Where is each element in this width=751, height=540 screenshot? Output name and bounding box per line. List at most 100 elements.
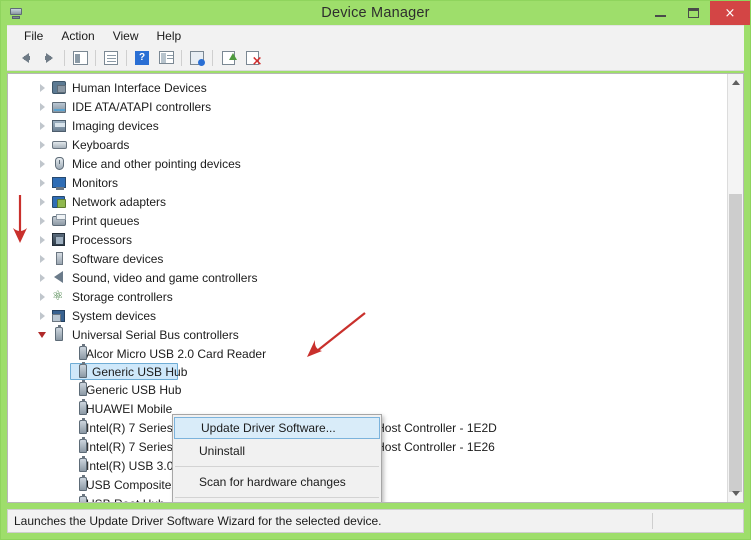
help-button[interactable]: ? <box>130 47 154 69</box>
scan-for-hardware-changes-icon <box>190 50 205 66</box>
mouse-icon <box>52 156 68 171</box>
properties-button[interactable] <box>99 47 123 69</box>
tree-item-label: Alcor Micro USB 2.0 Card Reader <box>86 346 267 361</box>
usb-device-icon <box>76 380 89 397</box>
chevron-right-icon[interactable] <box>40 292 45 301</box>
usb-device-icon <box>76 418 89 435</box>
chevron-right-icon[interactable] <box>40 197 45 206</box>
menu-item-help[interactable]: Help <box>148 26 191 46</box>
context-menu-item-properties[interactable]: Properties <box>173 501 381 502</box>
chevron-right-icon[interactable] <box>40 102 45 111</box>
scroll-up-button[interactable] <box>728 74 743 91</box>
device-tree[interactable]: Human Interface Devices IDE ATA/ATAPI co… <box>8 74 727 502</box>
toolbar-separator <box>126 49 127 66</box>
tree-node-software-devices[interactable]: Software devices <box>8 249 727 268</box>
tree-node-human-interface-devices[interactable]: Human Interface Devices <box>8 78 727 97</box>
context-menu[interactable]: Update Driver Software... Uninstall Scan… <box>172 414 382 502</box>
show-hide-console-tree-button[interactable] <box>68 47 92 69</box>
uninstall-device-button[interactable] <box>240 47 264 69</box>
usb-device-icon <box>76 362 92 379</box>
chevron-right-icon[interactable] <box>40 121 45 130</box>
vertical-scrollbar[interactable] <box>727 74 743 502</box>
tree-node-mice-and-other-pointing-devices[interactable]: Mice and other pointing devices <box>8 154 727 173</box>
chevron-right-icon[interactable] <box>40 178 45 187</box>
toolbar-separator <box>181 49 182 66</box>
window-controls: × <box>644 1 750 25</box>
tree-node-label: Universal Serial Bus controllers <box>72 327 239 342</box>
tree-node-processors[interactable]: Processors <box>8 230 727 249</box>
usb-device-icon <box>76 399 89 416</box>
context-menu-item-update-driver-software[interactable]: Update Driver Software... <box>174 417 380 439</box>
context-menu-separator <box>175 466 379 467</box>
storage-controller-icon: ⚛ <box>52 289 64 304</box>
tree-node-imaging-devices[interactable]: Imaging devices <box>8 116 727 135</box>
forward-icon <box>44 52 53 63</box>
usb-controller-icon <box>52 325 68 342</box>
context-menu-separator <box>175 497 379 498</box>
tree-node-label: Human Interface Devices <box>72 80 207 95</box>
usb-device-icon <box>76 494 89 502</box>
chevron-right-icon[interactable] <box>40 273 45 282</box>
tree-node-system-devices[interactable]: System devices <box>8 306 727 325</box>
menu-item-action[interactable]: Action <box>52 26 103 46</box>
maximize-button[interactable] <box>677 1 710 25</box>
tree-node-label: Network adapters <box>72 194 167 209</box>
chevron-right-icon[interactable] <box>40 311 45 320</box>
view-details-button[interactable] <box>154 47 178 69</box>
update-driver-button[interactable] <box>216 47 240 69</box>
tree-node-monitors[interactable]: Monitors <box>8 173 727 192</box>
properties-icon <box>104 50 118 65</box>
chevron-right-icon[interactable] <box>40 254 45 263</box>
toolbar-separator <box>64 49 65 66</box>
device-tree-pane: Human Interface Devices IDE ATA/ATAPI co… <box>7 73 744 503</box>
tree-node-keyboards[interactable]: Keyboards <box>8 135 727 154</box>
tree-item-generic-usb-hub-selected[interactable]: Generic USB Hub <box>70 362 187 380</box>
menu-item-view[interactable]: View <box>104 26 148 46</box>
tree-node-network-adapters[interactable]: Network adapters <box>8 192 727 211</box>
tree-node-print-queues[interactable]: Print queues <box>8 211 727 230</box>
tree-node-label: Storage controllers <box>72 289 173 304</box>
scroll-down-button[interactable] <box>728 485 743 502</box>
back-icon <box>21 52 30 63</box>
close-button[interactable]: × <box>710 1 750 25</box>
device-manager-icon <box>8 5 24 21</box>
scrollbar-thumb[interactable] <box>729 194 742 492</box>
chevron-right-icon[interactable] <box>40 216 45 225</box>
tree-item-alcor-micro-usb-card-reader[interactable]: Alcor Micro USB 2.0 Card Reader <box>8 344 727 363</box>
minimize-button[interactable] <box>644 1 677 25</box>
forward-button[interactable] <box>37 47 61 69</box>
tree-node-sound-video-game-controllers[interactable]: Sound, video and game controllers <box>8 268 727 287</box>
update-driver-software-icon <box>221 50 237 65</box>
scan-hardware-changes-button[interactable] <box>185 47 209 69</box>
uninstall-device-icon <box>245 50 262 68</box>
chevron-right-icon[interactable] <box>40 140 45 149</box>
status-bar-text: Launches the Update Driver Software Wiza… <box>14 514 382 528</box>
chevron-right-icon[interactable] <box>40 235 45 244</box>
usb-device-icon <box>76 456 89 473</box>
show-hide-console-tree-icon <box>72 50 88 65</box>
tree-node-label: Sound, video and game controllers <box>72 270 258 285</box>
tree-item-generic-usb-hub[interactable]: Generic USB Hub <box>8 380 727 399</box>
processor-icon <box>52 232 68 247</box>
tree-node-ide-ata-atapi-controllers[interactable]: IDE ATA/ATAPI controllers <box>8 97 727 116</box>
sound-icon <box>52 270 68 285</box>
network-adapter-icon <box>52 194 68 209</box>
chevron-down-icon[interactable] <box>38 331 46 338</box>
tree-node-storage-controllers[interactable]: ⚛ Storage controllers <box>8 287 727 306</box>
imaging-device-icon <box>52 118 68 133</box>
title-bar: Device Manager × <box>1 1 750 25</box>
tree-node-universal-serial-bus-controllers[interactable]: Universal Serial Bus controllers <box>8 325 727 344</box>
software-device-icon <box>52 251 68 266</box>
context-menu-item-scan-for-hardware-changes[interactable]: Scan for hardware changes <box>173 470 381 494</box>
context-menu-item-uninstall[interactable]: Uninstall <box>173 439 381 463</box>
menu-item-file[interactable]: File <box>15 26 52 46</box>
chevron-right-icon[interactable] <box>40 159 45 168</box>
chevron-right-icon[interactable] <box>40 83 45 92</box>
ide-controller-icon <box>52 99 68 114</box>
monitor-icon <box>52 175 68 190</box>
printer-icon <box>52 213 68 228</box>
usb-device-icon <box>76 437 89 454</box>
menu-bar: File Action View Help <box>7 25 744 45</box>
back-button[interactable] <box>13 47 37 69</box>
toolbar-separator <box>212 49 213 66</box>
